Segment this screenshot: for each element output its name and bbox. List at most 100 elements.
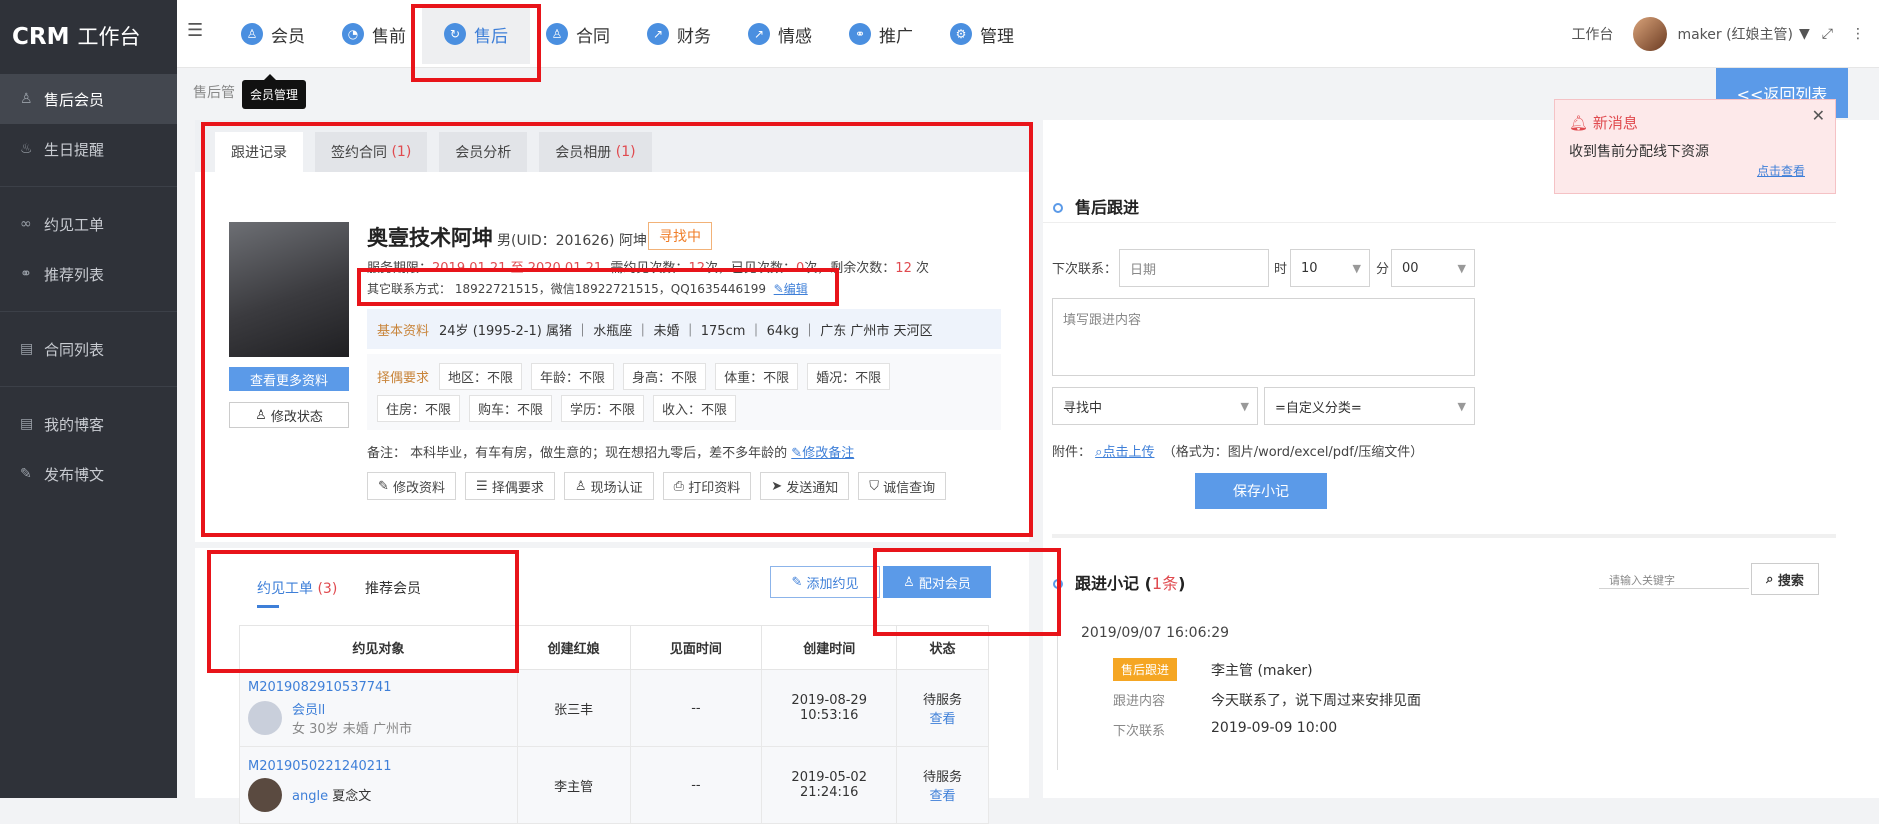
appointments-table: 约见对象 创建红娘 见面时间 创建时间 状态 M2019082910537741… bbox=[239, 625, 989, 824]
aftersales-icon: ↻ bbox=[444, 23, 466, 45]
tab-emotion[interactable]: ↗ 情感 bbox=[748, 0, 812, 68]
notes-search-input[interactable]: 请输入关键字 bbox=[1599, 571, 1749, 589]
contact-line: 其它联系方式： 18922721515，微信18922721515，QQ1635… bbox=[367, 282, 808, 296]
content-textarea[interactable]: 填写跟进内容 bbox=[1052, 298, 1475, 376]
workbench-link[interactable]: 工作台 bbox=[1571, 24, 1613, 44]
service-line: 服务期限：2019.01.21 至 2020.01.21 需约见次数：12次，已… bbox=[367, 261, 929, 276]
tab-aftersales[interactable]: ↻ 售后 bbox=[422, 4, 530, 64]
req-chip: 购车：不限 bbox=[469, 394, 553, 422]
print-icon: ⎙ bbox=[673, 478, 689, 494]
tab-presales[interactable]: ◔ 售前 bbox=[342, 0, 406, 68]
avatar bbox=[248, 700, 282, 735]
bullet-icon bbox=[1053, 579, 1063, 589]
view-more-button[interactable]: 查看更多资料 bbox=[229, 367, 349, 391]
save-note-button[interactable]: 保存小记 bbox=[1195, 473, 1327, 509]
sidebar-item-publish[interactable]: ✎ 发布博文 bbox=[0, 449, 177, 499]
user-icon: ♙ bbox=[255, 407, 267, 423]
edit-note-link[interactable]: ✎修改备注 bbox=[791, 446, 854, 461]
tooltip: 会员管理 bbox=[242, 74, 307, 109]
requirements-button[interactable]: ☰ 择偶要求 bbox=[465, 472, 555, 500]
tab-finance[interactable]: ↗ 财务 bbox=[647, 0, 711, 68]
fullscreen-icon[interactable]: ⤢ bbox=[1822, 26, 1833, 42]
sidebar-item-blog[interactable]: ▤ 我的博客 bbox=[0, 399, 177, 449]
tab-member-album[interactable]: 会员相册 (1) bbox=[539, 132, 652, 172]
more-icon[interactable]: ⋮ bbox=[1851, 26, 1865, 42]
edit-profile-button[interactable]: ✎ 修改资料 bbox=[367, 472, 457, 500]
view-link[interactable]: 查看 bbox=[930, 712, 956, 727]
notification-toast: 🔔︎ 新消息 收到售前分配线下资源 点击查看 ✕ bbox=[1554, 99, 1836, 194]
date-input[interactable]: 日期 bbox=[1119, 249, 1269, 287]
match-member-button[interactable]: ♙ 配对会员 bbox=[883, 566, 991, 598]
sidebar-item-contracts[interactable]: ▤ 合同列表 bbox=[0, 324, 177, 374]
divider bbox=[0, 386, 177, 387]
user-area: 工作台 maker (红娘主管) ▼ ⤢ ⋮ bbox=[1571, 0, 1879, 68]
chevron-down-icon: ▼ bbox=[1240, 399, 1249, 413]
category-select[interactable]: =自定义分类= ▼ bbox=[1264, 387, 1475, 425]
tab-members[interactable]: ♙ 会员 bbox=[241, 0, 305, 68]
hour-select[interactable]: 10 ▼ bbox=[1290, 249, 1370, 287]
tab-appointments[interactable]: 约见工单 (3) bbox=[257, 578, 337, 598]
avatar bbox=[248, 777, 282, 812]
sidebar: CRM 工作台 ♙ 售后会员 ♨ 生日提醒 ∞ 约见工单 ⚭ 推荐列表 ▤ 合同列表 ▤ 我… bbox=[0, 0, 177, 798]
note-author: 李主管 (maker) bbox=[1211, 663, 1313, 679]
send-notice-button[interactable]: ➤ 发送通知 bbox=[760, 472, 850, 500]
status-select[interactable]: 寻找中 ▼ bbox=[1052, 387, 1258, 425]
edit-contact-link[interactable]: ✎编辑 bbox=[774, 282, 808, 296]
table-row: M2019082910537741 会员ll 女 30岁 未婚 广州市 张三丰 -… bbox=[239, 669, 989, 747]
chevron-down-icon: ▼ bbox=[1352, 261, 1361, 275]
req-chip: 体重：不限 bbox=[715, 362, 799, 390]
sidebar-item-aftersales-members[interactable]: ♙ 售后会员 bbox=[0, 74, 177, 124]
tab-recommend[interactable]: 推荐会员 bbox=[365, 578, 421, 598]
chevron-down-icon[interactable]: ▼ bbox=[1799, 26, 1810, 42]
sidebar-item-recommend[interactable]: ⚭ 推荐列表 bbox=[0, 249, 177, 299]
status-badge: 寻找中 bbox=[648, 222, 712, 250]
user-icon: ♙ bbox=[574, 478, 591, 494]
tab-member-analysis[interactable]: 会员分析 bbox=[439, 132, 528, 172]
top-bar: ☰ ♙ 会员 ◔ 售前 ↻ 售后 ♙ 合同 ↗ 财务 ↗ 情感 ⚭ 推广 ⚙ 管理 工作台 ma… bbox=[177, 0, 1879, 68]
note-next: 2019-09-09 10:00 bbox=[1211, 720, 1338, 736]
avatar[interactable] bbox=[1633, 17, 1668, 51]
menu-toggle-icon[interactable]: ☰ bbox=[187, 20, 203, 41]
tab-signed-contracts[interactable]: 签约合同 (1) bbox=[315, 132, 428, 172]
view-link[interactable]: 查看 bbox=[930, 789, 956, 804]
requirements: 择偶要求 地区：不限 年龄：不限 身高：不限 体重：不限 婚况：不限 住房：不限… bbox=[367, 354, 1001, 430]
req-chip: 年龄：不限 bbox=[531, 362, 615, 390]
verify-button[interactable]: ♙ 现场认证 bbox=[563, 472, 654, 500]
minute-select[interactable]: 00 ▼ bbox=[1391, 249, 1475, 287]
tab-follow-records[interactable]: 跟进记录 bbox=[215, 132, 303, 172]
detail-tabs: 跟进记录 签约合同 (1) 会员分析 会员相册 (1) bbox=[195, 120, 1029, 172]
emotion-icon: ↗ bbox=[748, 23, 770, 45]
chevron-down-icon: ▼ bbox=[1457, 399, 1466, 413]
edit-icon: ✎ bbox=[378, 478, 394, 494]
add-appointment-button[interactable]: ✎ 添加约见 bbox=[770, 566, 880, 598]
note-tag: 售后跟进 bbox=[1113, 658, 1178, 681]
note-time: 2019/09/07 16:06:29 bbox=[1081, 625, 1230, 641]
basic-info: 基本资料 24岁 (1995-2-1) 属猪 ｜ 水瓶座 ｜ 未婚 ｜ 175cm… bbox=[367, 309, 1001, 349]
user-menu[interactable]: maker (红娘主管) bbox=[1677, 24, 1793, 44]
document-icon: ▤ bbox=[20, 341, 34, 357]
sidebar-item-appointments[interactable]: ∞ 约见工单 bbox=[0, 199, 177, 249]
appointment-id[interactable]: M2019050221240211 bbox=[248, 759, 517, 774]
note-content: 今天联系了，说下周过来安排见面 bbox=[1211, 693, 1421, 709]
bullet-icon bbox=[1053, 203, 1063, 213]
tab-promotion[interactable]: ⚭ 推广 bbox=[849, 0, 913, 68]
presales-icon: ◔ bbox=[342, 23, 364, 45]
tab-contracts[interactable]: ♙ 合同 bbox=[546, 0, 610, 68]
divider bbox=[0, 186, 177, 187]
sidebar-item-birthday[interactable]: ♨ 生日提醒 bbox=[0, 124, 177, 174]
search-button[interactable]: ⌕ 搜索 bbox=[1751, 563, 1819, 595]
credit-check-button[interactable]: ⛉ 诚信查询 bbox=[858, 472, 947, 500]
tab-manage[interactable]: ⚙ 管理 bbox=[950, 0, 1014, 68]
notice-view-link[interactable]: 点击查看 bbox=[1757, 162, 1805, 179]
member-detail-panel: 跟进记录 签约合同 (1) 会员分析 会员相册 (1) 查看更多资料 ♙ 修改状… bbox=[195, 120, 1029, 542]
attachment-row: 附件： ⌕点击上传 （格式为：图片/word/excel/pdf/压缩文件） bbox=[1052, 445, 1424, 460]
change-status-button[interactable]: ♙ 修改状态 bbox=[229, 402, 349, 428]
share-icon: ⚭ bbox=[849, 23, 871, 45]
appointment-id[interactable]: M2019082910537741 bbox=[248, 680, 517, 695]
cake-icon: ♨ bbox=[20, 141, 33, 157]
close-icon[interactable]: ✕ bbox=[1812, 106, 1825, 125]
notes-title: 跟进小记 (1条) bbox=[1053, 570, 1185, 594]
print-button[interactable]: ⎙ 打印资料 bbox=[662, 472, 752, 500]
req-chip: 地区：不限 bbox=[439, 362, 523, 390]
upload-link[interactable]: ⌕点击上传 bbox=[1095, 445, 1154, 460]
